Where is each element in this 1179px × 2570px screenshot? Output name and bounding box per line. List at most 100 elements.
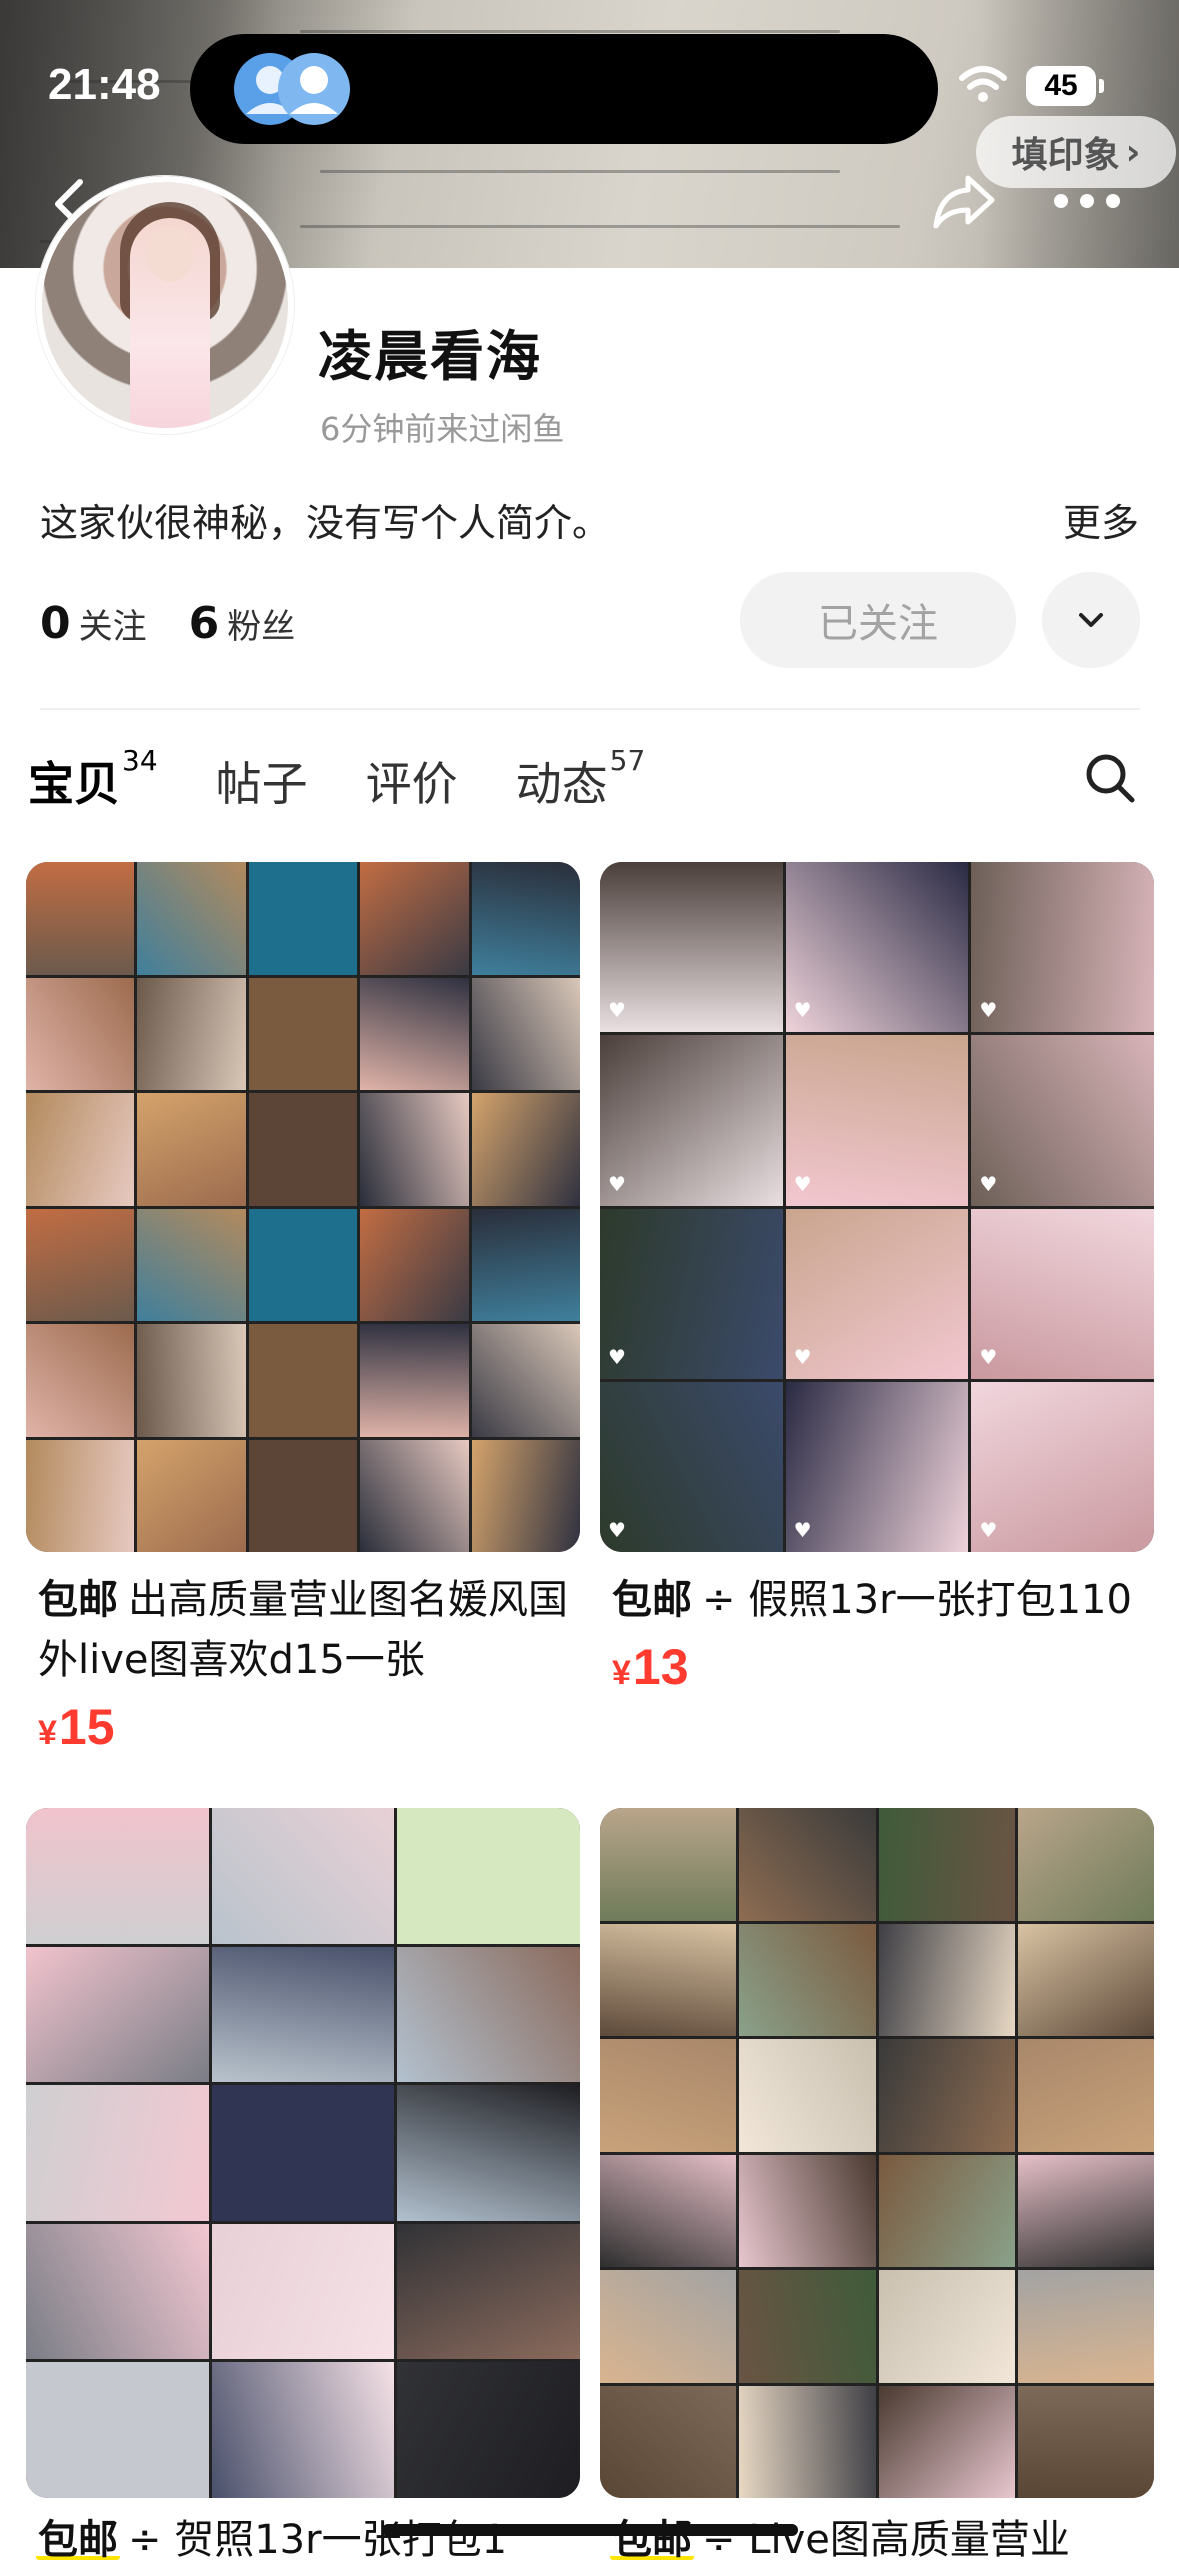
collage-photo [26, 862, 135, 975]
collage-photo [26, 2085, 209, 2221]
collage-photo: ♥ [785, 1208, 969, 1379]
avatar[interactable] [36, 176, 294, 434]
collage-photo: ♥ [785, 1035, 969, 1206]
followers-stat[interactable]: 6 粉丝 [189, 598, 296, 649]
collage-photo: ♥ [971, 1381, 1154, 1552]
collage-photo [878, 2039, 1015, 2152]
battery-indicator: 45 [1026, 66, 1104, 106]
collage-photo [137, 1093, 246, 1206]
collage-photo [1017, 2154, 1154, 2267]
collage-photo [248, 977, 358, 1090]
impression-button-label: 填印象 [1011, 135, 1120, 176]
collage-photo [878, 1808, 1015, 1921]
bio-more-link[interactable]: 更多 [1063, 492, 1139, 547]
search-icon[interactable] [1084, 752, 1136, 804]
collage-photo [248, 862, 358, 975]
collage-photo [1017, 1808, 1154, 1921]
impression-button[interactable]: 填印象 › [976, 116, 1176, 188]
collage-photo [26, 1324, 135, 1437]
collage-photo [360, 1439, 469, 1552]
share-icon[interactable] [932, 172, 996, 230]
heart-icon: ♥ [979, 1171, 998, 1196]
following-count: 0 [40, 598, 71, 649]
heart-icon: ♥ [608, 998, 626, 1023]
product-card[interactable]: ♥ ♥ ♥ ♥ ♥ ♥ ♥ ♥ ♥ ♥ ♥ ♥ 包邮 ÷ 假照13r一张打包110 ¥13 [600, 862, 1154, 1696]
collage-photo: ♥ [971, 1208, 1154, 1379]
collage-photo [471, 1439, 580, 1552]
collage-photo [471, 977, 580, 1090]
collage-photo [360, 1208, 469, 1321]
product-image-collage [26, 1808, 580, 2498]
collage-photo [137, 1324, 246, 1437]
collage-photo [397, 2362, 580, 2498]
collage-photo [739, 1808, 876, 1921]
collage-photo [397, 1946, 580, 2083]
collage-photo [600, 1923, 737, 2036]
following-stat[interactable]: 0 关注 [40, 598, 147, 649]
following-label: 关注 [78, 607, 147, 647]
product-card[interactable]: 包邮 ÷ 贺照13r一张打包1 [26, 1808, 580, 2570]
collage-photo [600, 2039, 737, 2152]
product-title: 包邮 ÷ 假照13r一张打包110 [600, 1570, 1154, 1630]
product-card[interactable]: 包邮 出高质量营业图名媛风国外live图喜欢d15一张 ¥15 [26, 862, 580, 1756]
status-bar-time: 21:48 [48, 60, 161, 109]
collage-photo [739, 2270, 876, 2383]
collage-photo [1017, 2039, 1154, 2152]
tab-posts[interactable]: 帖子 [216, 748, 308, 822]
collage-photo [471, 1208, 580, 1321]
collage-photo: ♥ [600, 1381, 783, 1552]
product-title: 包邮 出高质量营业图名媛风国外live图喜欢d15一张 [26, 1570, 580, 1690]
heart-icon: ♥ [979, 1344, 998, 1369]
collage-photo [471, 862, 580, 975]
chevron-right-icon: › [1125, 131, 1141, 173]
collage-photo [211, 1808, 395, 1944]
heart-icon: ♥ [608, 1518, 626, 1542]
username: 凌晨看海 [318, 325, 542, 388]
tab-bar: 宝贝34 帖子 评价 动态57 [24, 742, 646, 822]
follow-dropdown-button[interactable] [1042, 572, 1140, 668]
tab-reviews[interactable]: 评价 [366, 748, 458, 822]
product-image-collage [26, 862, 580, 1552]
product-title: 包邮 ÷ 贺照13r一张打包1 [26, 2510, 580, 2570]
app-icon [234, 53, 350, 125]
collage-photo [471, 1093, 580, 1206]
collage-photo [26, 1208, 135, 1321]
collage-photo [211, 2362, 395, 2498]
collage-photo [26, 977, 135, 1090]
collage-photo [739, 2039, 876, 2152]
tab-items[interactable]: 宝贝34 [24, 744, 162, 822]
collage-photo [471, 1324, 580, 1437]
heart-icon: ♥ [793, 1518, 812, 1542]
chevron-down-icon [1079, 613, 1103, 627]
collage-photo [1017, 1923, 1154, 2036]
collage-photo [26, 1093, 135, 1206]
heart-icon: ♥ [793, 998, 812, 1023]
heart-icon: ♥ [608, 1171, 626, 1196]
collage-photo [397, 2085, 580, 2221]
free-shipping-tag: 包邮 [36, 1577, 120, 1623]
collage-photo [26, 2223, 209, 2360]
wifi-icon [959, 66, 1007, 102]
collage-photo [211, 2085, 395, 2221]
product-card[interactable]: 包邮 ÷ Live图高质量营业 [600, 1808, 1154, 2570]
followed-button[interactable]: 已关注 [740, 572, 1016, 668]
collage-photo [360, 977, 469, 1090]
heart-icon: ♥ [793, 1171, 812, 1196]
product-image-collage [600, 1808, 1154, 2498]
collage-photo [211, 1946, 395, 2083]
collage-photo [739, 2385, 876, 2498]
collage-photo [26, 1946, 209, 2083]
product-price: ¥13 [612, 1639, 689, 1695]
collage-photo: ♥ [785, 1381, 969, 1552]
followers-count: 6 [188, 598, 220, 649]
collage-photo [26, 2362, 209, 2498]
collage-photo: ♥ [600, 1035, 783, 1206]
collage-photo [137, 977, 246, 1090]
more-icon[interactable] [1054, 194, 1124, 210]
bio-text: 这家伙很神秘，没有写个人简介。 [40, 501, 611, 545]
free-shipping-tag: 包邮 [610, 1577, 694, 1623]
stats-row: 0 关注 6 粉丝 [40, 598, 295, 649]
collage-photo [248, 1093, 358, 1206]
collage-photo [600, 1808, 737, 1921]
tab-activity[interactable]: 动态57 [516, 744, 646, 822]
